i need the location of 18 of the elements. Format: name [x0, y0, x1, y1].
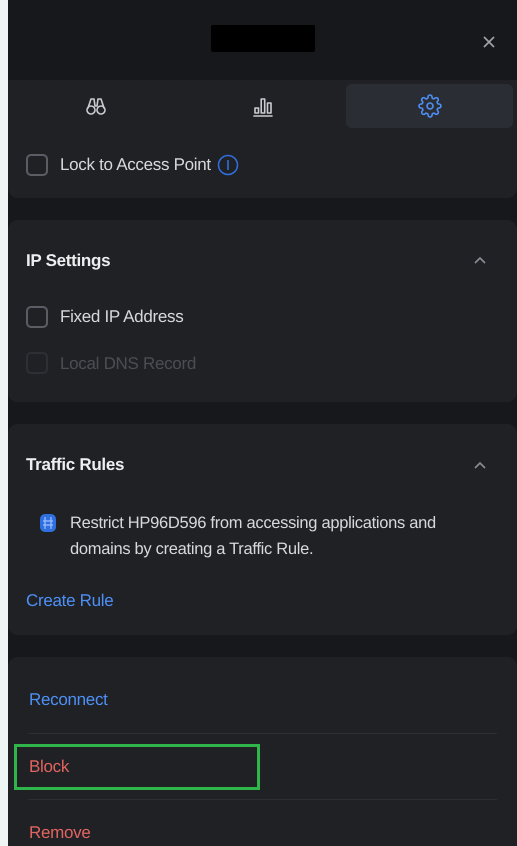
- checkbox[interactable]: [26, 306, 48, 328]
- action-button[interactable]: Remove: [14, 810, 260, 846]
- checkbox[interactable]: [26, 154, 48, 176]
- tab[interactable]: [346, 84, 513, 128]
- gear-icon: [418, 94, 442, 118]
- create-rule-link[interactable]: Create Rule: [26, 588, 114, 613]
- action-button[interactable]: Reconnect: [14, 677, 260, 723]
- close-icon: [481, 34, 497, 50]
- traffic-rule-notice: Restrict HP96D596 from accessing applications and domains by creating a Traffic Rule.: [70, 512, 437, 560]
- action-button[interactable]: Block: [14, 744, 260, 790]
- section-title: IP Settings: [26, 250, 110, 272]
- info-icon[interactable]: [216, 154, 239, 176]
- close-button[interactable]: [481, 34, 497, 50]
- checkbox-option[interactable]: Fixed IP Address: [26, 304, 184, 330]
- checkbox-option[interactable]: Lock to Access Point: [26, 152, 211, 178]
- chevron-icon[interactable]: [473, 460, 487, 470]
- section-title: Traffic Rules: [26, 454, 124, 476]
- chevron-icon[interactable]: [473, 255, 487, 266]
